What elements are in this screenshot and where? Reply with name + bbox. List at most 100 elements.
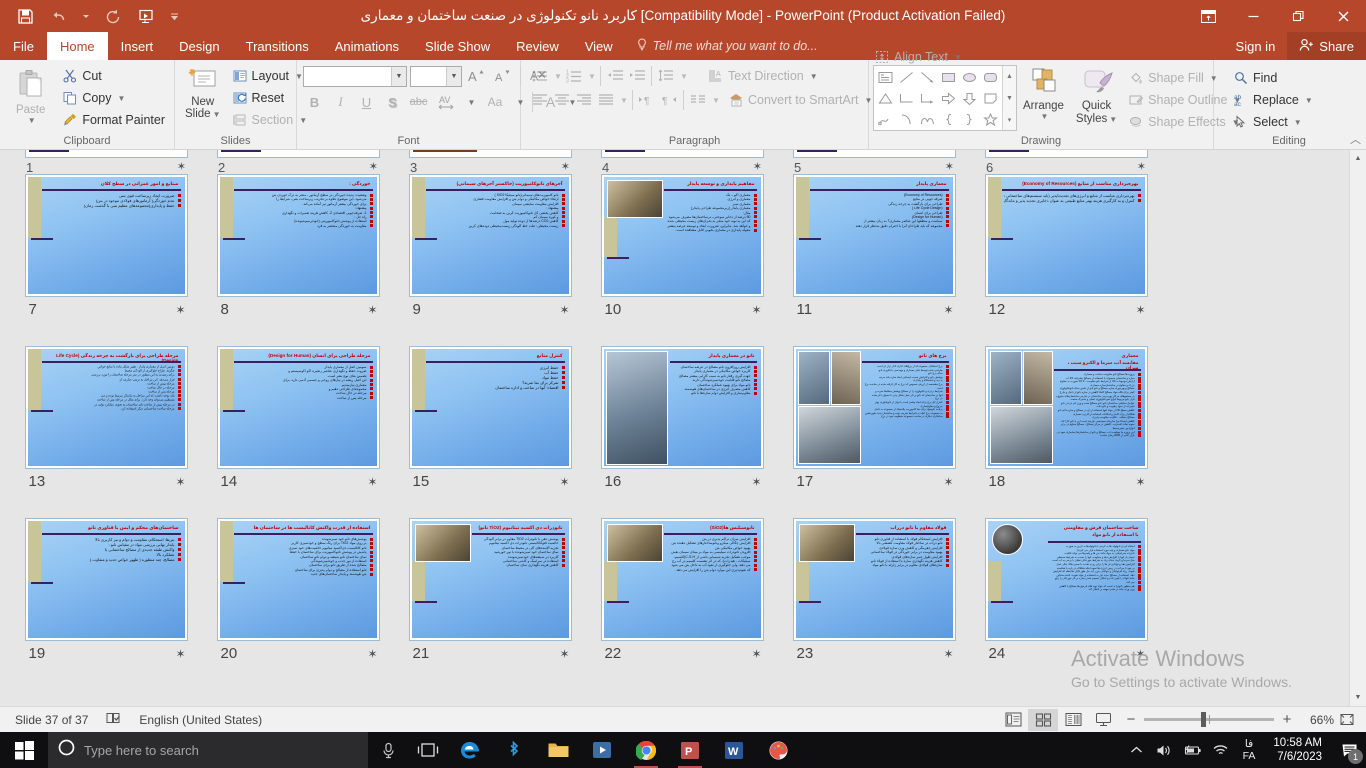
copy-dropdown-icon[interactable]: ▼: [118, 94, 126, 103]
transition-star-icon[interactable]: ✶: [367, 647, 377, 661]
slide-thumbnail[interactable]: استفاده از قدرت واکنش کاتالیست ها در ساخ…: [202, 518, 394, 690]
slide-thumbnail[interactable]: ساخت ساختمان فرش و مقاومتیبا استفاده از …: [970, 518, 1162, 690]
strikethrough-button[interactable]: abc: [407, 91, 430, 113]
shapes-scroll-down-icon[interactable]: ▼: [1003, 88, 1016, 109]
font-name-dropdown-icon[interactable]: ▼: [391, 67, 406, 86]
tab-insert[interactable]: Insert: [108, 32, 167, 60]
slide-thumbnail[interactable]: نانو در معماری پایدارافزایش روزافزون نان…: [586, 346, 778, 518]
transition-star-icon[interactable]: ✶: [945, 160, 954, 174]
undo-dropdown-icon[interactable]: [76, 1, 96, 31]
microphone-icon[interactable]: [368, 732, 408, 768]
slide-thumbnail-partial[interactable]: [202, 150, 394, 160]
transition-star-icon[interactable]: ✶: [559, 647, 569, 661]
transition-star-icon[interactable]: ✶: [1135, 303, 1145, 317]
shape-elbow-connector-icon[interactable]: [896, 88, 917, 109]
slide-thumbnail-frame[interactable]: نانوسیلیس ها(SiO2)افزایش میزان تراکم پذی…: [601, 518, 764, 641]
slide-thumbnail[interactable]: خوردگی :وضعیت: پدیده خوردگی در سطح آرمات…: [202, 174, 394, 346]
increase-font-size-button[interactable]: A: [465, 65, 488, 87]
quick-styles-button[interactable]: Quick Styles ▼: [1070, 63, 1123, 128]
slide-thumbnail-frame[interactable]: کنترل منابعحفظ انرژیحفظ آبحفظ موادتمرکز …: [409, 346, 572, 469]
text-direction-button[interactable]: A Text Direction ▼: [703, 65, 823, 87]
slide-thumbnail-frame[interactable]: نانوذرات دی اکسید تیتانیوم (TiO2 نانو)پو…: [409, 518, 572, 641]
transition-star-icon[interactable]: ✶: [753, 160, 762, 174]
paste-dropdown-icon[interactable]: ▼: [28, 116, 36, 125]
customize-qat-icon[interactable]: [164, 1, 184, 31]
taskbar-app-edge[interactable]: [448, 732, 492, 768]
slide-thumbnail[interactable]: کنترل منابعحفظ انرژیحفظ آبحفظ موادتمرکز …: [394, 346, 586, 518]
normal-view-button[interactable]: [998, 709, 1028, 731]
spell-check-button[interactable]: [97, 708, 130, 732]
reading-view-button[interactable]: [1058, 709, 1088, 731]
taskbar-app-bluetooth[interactable]: [492, 732, 536, 768]
transition-star-icon[interactable]: ✶: [751, 647, 761, 661]
shapes-scroll-up-icon[interactable]: ▲: [1003, 66, 1016, 87]
columns-button[interactable]: [687, 89, 709, 111]
transition-star-icon[interactable]: ✶: [559, 475, 569, 489]
slide-thumbnail[interactable]: مرحله طراحی برای انسان (Design for Human…: [202, 346, 394, 518]
find-button[interactable]: Find: [1228, 67, 1318, 89]
transition-star-icon[interactable]: ✶: [1135, 475, 1145, 489]
undo-icon[interactable]: [42, 1, 76, 31]
new-slide-dropdown-icon[interactable]: ▼: [213, 110, 221, 119]
slide-thumbnail[interactable]: آجرهای نانوکامپوزیت (خاکستر آجرهای سیمان…: [394, 174, 586, 346]
shapes-more-icon[interactable]: ▾: [1003, 109, 1016, 130]
justify-button[interactable]: [595, 89, 617, 111]
slide-thumbnail-frame[interactable]: خوردگی :وضعیت: پدیده خوردگی در سطح آرمات…: [217, 174, 380, 297]
transition-star-icon[interactable]: ✶: [943, 475, 953, 489]
character-spacing-dropdown-icon[interactable]: ▼: [464, 91, 477, 113]
align-center-button[interactable]: [551, 89, 573, 111]
new-slide-button[interactable]: New Slide ▼: [179, 63, 227, 122]
sorter-vertical-scrollbar[interactable]: ▲ ▼: [1349, 150, 1366, 706]
select-button[interactable]: Select ▼: [1228, 111, 1318, 133]
numbering-button[interactable]: 123: [563, 65, 585, 87]
minimize-button[interactable]: [1231, 0, 1276, 32]
clock[interactable]: 10:58 AM 7/6/2023: [1263, 736, 1332, 764]
ribbon-display-options-icon[interactable]: [1186, 0, 1231, 32]
language-switcher[interactable]: فا FA: [1235, 738, 1264, 762]
language-indicator[interactable]: English (United States): [130, 708, 271, 732]
shape-down-arrow-icon[interactable]: [959, 88, 980, 109]
taskbar-app-paint[interactable]: [756, 732, 800, 768]
shape-triangle-icon[interactable]: [875, 88, 896, 109]
battery-charging-icon[interactable]: [1179, 732, 1207, 768]
transition-star-icon[interactable]: ✶: [175, 647, 185, 661]
transition-star-icon[interactable]: ✶: [367, 303, 377, 317]
start-slideshow-icon[interactable]: [130, 1, 164, 31]
slide-thumbnail-partial[interactable]: [394, 150, 586, 160]
replace-dropdown-icon[interactable]: ▼: [1305, 96, 1313, 105]
shape-arrow-icon[interactable]: [917, 67, 938, 88]
slide-thumbnail-frame[interactable]: فولاد مقاوم با نانو درزابافزایش استحکام …: [793, 518, 956, 641]
slide-thumbnail-frame[interactable]: معماری پایدار(Economy of Resources)صرفه …: [793, 174, 956, 297]
zoom-handle[interactable]: [1201, 712, 1206, 727]
character-spacing-button[interactable]: AV: [433, 91, 461, 113]
shape-oval-icon[interactable]: [959, 67, 980, 88]
slide-thumbnail[interactable]: بهره‌برداری مناسب از منابع (Economy of R…: [970, 174, 1162, 346]
arrange-button[interactable]: Arrange ▼: [1017, 63, 1070, 123]
slide-thumbnail-frame[interactable]: مرحله طراحی برای بازگشت به چرخه زندگی (L…: [25, 346, 188, 469]
shape-rectangle-icon[interactable]: [938, 67, 959, 88]
bullets-dropdown-icon[interactable]: ▼: [551, 65, 563, 87]
transition-star-icon[interactable]: ✶: [561, 160, 570, 174]
increase-indent-button[interactable]: [626, 65, 648, 87]
slide-thumbnail-frame[interactable]: صنایع و امور عمرانی در سطح کلانضرورت ایج…: [25, 174, 188, 297]
transition-star-icon[interactable]: ✶: [559, 303, 569, 317]
search-input[interactable]: Type here to search: [48, 732, 368, 768]
transition-star-icon[interactable]: ✶: [369, 160, 378, 174]
collapse-ribbon-icon[interactable]: ︿: [1350, 131, 1361, 147]
tab-slide-show[interactable]: Slide Show: [412, 32, 503, 60]
scroll-up-icon[interactable]: ▲: [1350, 150, 1366, 167]
slide-thumbnail-frame[interactable]: مفاهیم پایداری و توسعه پایدارمعماری اکو …: [601, 174, 764, 297]
slide-sorter-view-button[interactable]: [1028, 709, 1058, 731]
tab-transitions[interactable]: Transitions: [233, 32, 322, 60]
bold-button[interactable]: B: [303, 91, 326, 113]
align-right-button[interactable]: [573, 89, 595, 111]
slide-thumbnail-frame[interactable]: نانو در معماری پایدارافزایش روزافزون نان…: [601, 346, 764, 469]
transition-star-icon[interactable]: ✶: [751, 303, 761, 317]
taskbar-app-media-player[interactable]: [580, 732, 624, 768]
slide-thumbnail-frame[interactable]: استفاده از قدرت واکنش کاتالیست ها در ساخ…: [217, 518, 380, 641]
shapes-gallery[interactable]: ▲ ▼ ▾: [873, 65, 1017, 131]
shape-elbow-arrow-icon[interactable]: [917, 88, 938, 109]
slide-thumbnail-partial[interactable]: [10, 150, 202, 160]
shape-star-icon[interactable]: [980, 109, 1001, 130]
show-hidden-icons-icon[interactable]: [1123, 732, 1151, 768]
